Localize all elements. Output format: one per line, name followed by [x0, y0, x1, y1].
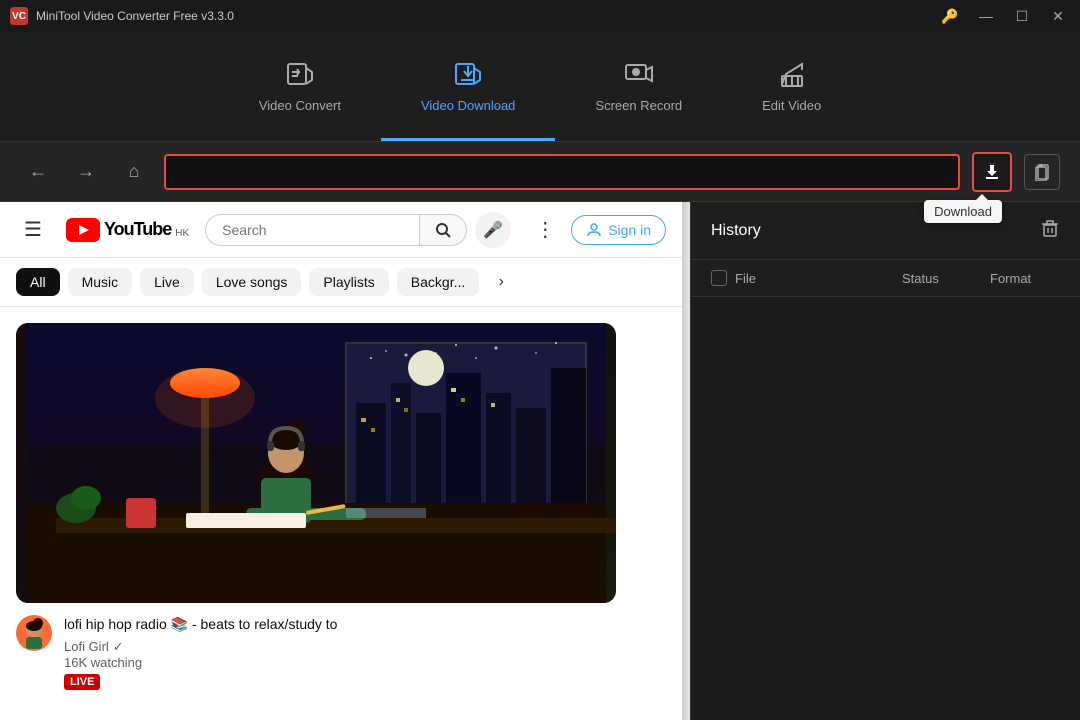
main-content: ☰ YouTube HK 🎤 ⋮: [0, 202, 1080, 720]
verified-icon: ✓: [113, 639, 124, 655]
history-title: History: [711, 222, 761, 240]
youtube-signin-button[interactable]: Sign in: [571, 215, 666, 245]
history-table-header: File Status Format: [691, 260, 1080, 297]
history-select-all-checkbox[interactable]: [711, 270, 727, 286]
chip-backgr[interactable]: Backgr...: [397, 268, 479, 296]
history-status-col: Status: [902, 271, 982, 286]
youtube-logo: YouTube HK: [66, 218, 189, 242]
app-logo: VC: [10, 7, 28, 25]
youtube-search-area: 🎤: [205, 212, 511, 248]
key-button[interactable]: 🔑: [938, 4, 962, 28]
history-panel: History File Status Format: [690, 202, 1080, 720]
view-count: 16K watching: [64, 655, 337, 670]
channel-info: Lofi Girl ✓: [64, 639, 337, 655]
browser-area: ☰ YouTube HK 🎤 ⋮: [0, 202, 682, 720]
close-button[interactable]: ✕: [1046, 4, 1070, 28]
chip-music[interactable]: Music: [68, 268, 133, 296]
title-text: MiniTool Video Converter Free v3.3.0: [36, 9, 234, 23]
video-info: lofi hip hop radio 📚 - beats to relax/st…: [64, 615, 337, 690]
history-file-col: File: [735, 271, 894, 286]
youtube-content: lofi hip hop radio 📚 - beats to relax/st…: [0, 307, 682, 720]
history-format-col: Format: [990, 271, 1060, 286]
video-title: lofi hip hop radio 📚 - beats to relax/st…: [64, 615, 337, 635]
youtube-header-right: ⋮ Sign in: [527, 213, 666, 246]
video-thumbnail[interactable]: [16, 323, 616, 603]
tab-screen-record[interactable]: Screen Record: [555, 32, 722, 141]
download-tooltip: Download: [924, 200, 1002, 223]
youtube-logo-icon: [66, 218, 100, 242]
live-badge: LIVE: [64, 674, 100, 690]
forward-button[interactable]: →: [68, 154, 104, 190]
youtube-search-button[interactable]: [419, 214, 467, 246]
tab-edit-video[interactable]: Edit Video: [722, 32, 861, 141]
tab-video-download[interactable]: Video Download: [381, 32, 555, 141]
youtube-country: HK: [175, 228, 189, 239]
lofi-art: [16, 323, 616, 603]
youtube-search-input[interactable]: [205, 214, 419, 246]
chips-arrow-button[interactable]: ›: [487, 268, 515, 296]
toolbar: ← → ⌂ https://youtu.be/THLibElyRis Downl…: [0, 142, 1080, 202]
chip-all[interactable]: All: [16, 268, 60, 296]
title-bar-left: VC MiniTool Video Converter Free v3.3.0: [10, 7, 234, 25]
title-bar-controls: 🔑 — ☐ ✕: [938, 4, 1070, 28]
history-header: History: [691, 202, 1080, 260]
title-bar: VC MiniTool Video Converter Free v3.3.0 …: [0, 0, 1080, 32]
chip-live[interactable]: Live: [140, 268, 194, 296]
video-card: lofi hip hop radio 📚 - beats to relax/st…: [16, 323, 616, 690]
history-empty-area: [691, 297, 1080, 720]
maximize-button[interactable]: ☐: [1010, 4, 1034, 28]
youtube-more-button[interactable]: ⋮: [527, 213, 563, 246]
scrollbar[interactable]: [682, 202, 690, 720]
minimize-button[interactable]: —: [974, 4, 998, 28]
youtube-signin-label: Sign in: [608, 222, 651, 238]
channel-avatar[interactable]: [16, 615, 52, 651]
chip-love-songs[interactable]: Love songs: [202, 268, 302, 296]
tab-video-convert[interactable]: Video Convert: [219, 32, 381, 141]
youtube-header: ☰ YouTube HK 🎤 ⋮: [0, 202, 682, 258]
back-button[interactable]: ←: [20, 154, 56, 190]
video-meta: lofi hip hop radio 📚 - beats to relax/st…: [16, 615, 616, 690]
home-button[interactable]: ⌂: [116, 154, 152, 190]
chip-playlists[interactable]: Playlists: [309, 268, 388, 296]
url-input[interactable]: https://youtu.be/THLibElyRis: [164, 154, 960, 190]
channel-name[interactable]: Lofi Girl: [64, 639, 109, 654]
paste-button[interactable]: [1024, 154, 1060, 190]
youtube-menu-button[interactable]: ☰: [16, 209, 50, 250]
youtube-chips: All Music Live Love songs Playlists Back…: [0, 258, 682, 307]
nav-tabs: Video Convert Video Download Screen Reco…: [0, 32, 1080, 142]
youtube-logo-text: YouTube: [104, 219, 171, 240]
download-button[interactable]: [972, 152, 1012, 192]
youtube-mic-button[interactable]: 🎤: [475, 212, 511, 248]
history-delete-button[interactable]: [1040, 218, 1060, 243]
